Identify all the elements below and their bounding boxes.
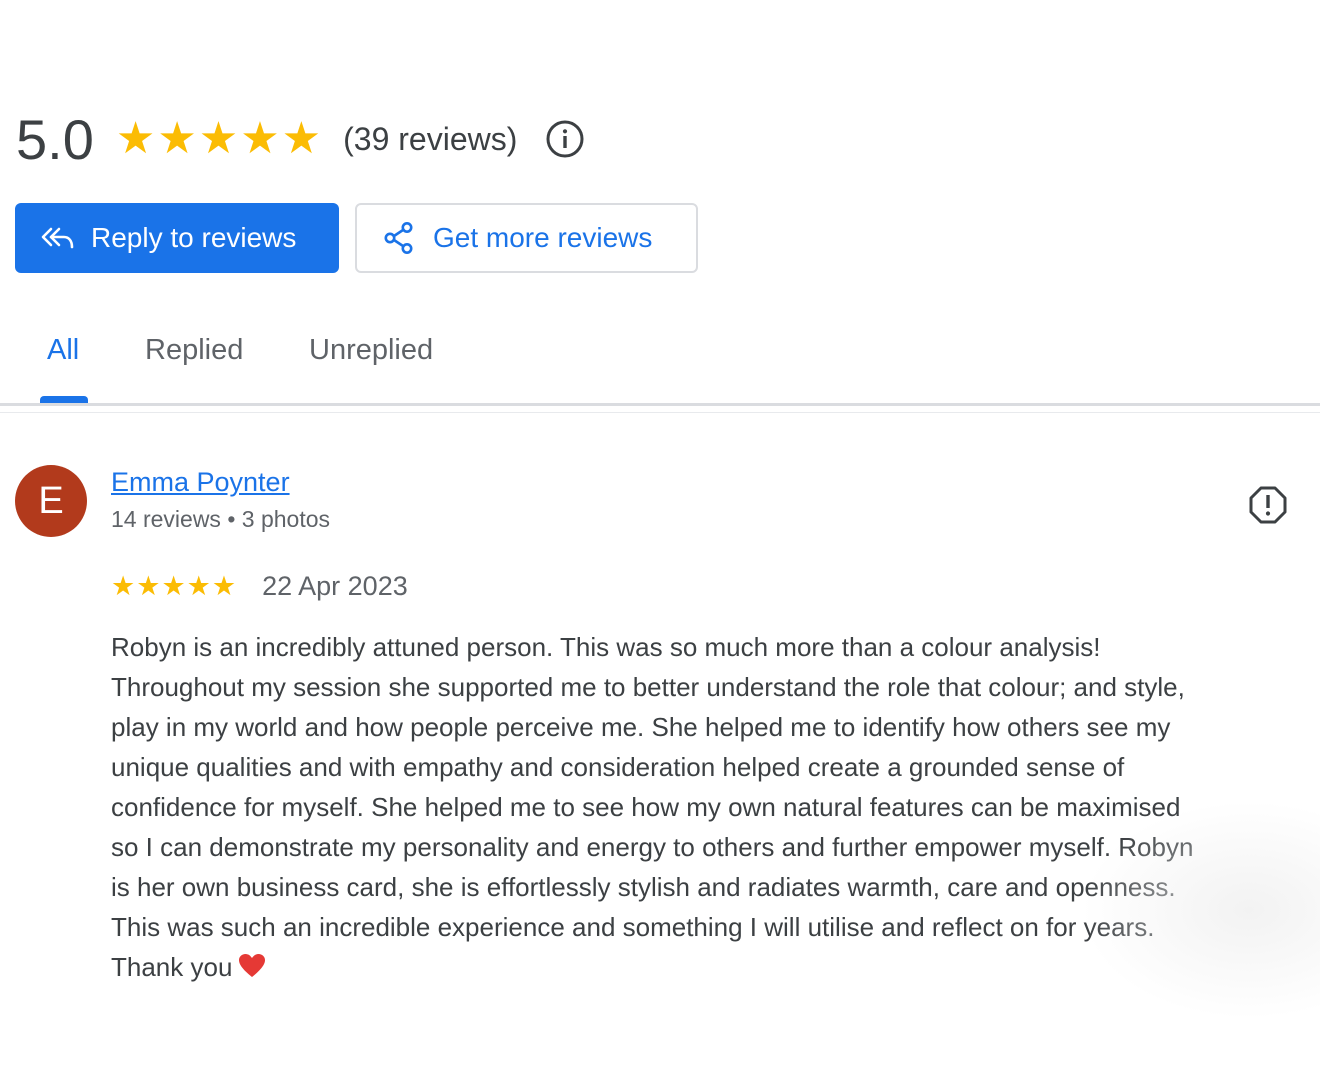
review-line: play in my world and how people perceive… [111, 712, 1171, 742]
review-line: is her own business card, she is effortl… [111, 872, 1176, 902]
review-line: confidence for myself. She helped me to … [111, 792, 1181, 822]
get-more-reviews-button[interactable]: Get more reviews [355, 203, 698, 273]
star-icon: ★ [211, 570, 237, 601]
heart-icon [238, 950, 266, 977]
tabs-divider [0, 403, 1320, 406]
average-score: 5.0 [16, 107, 94, 171]
review-text: Robyn is an incredibly attuned person. T… [111, 627, 1316, 987]
star-icon: ★ [115, 114, 156, 163]
get-more-reviews-label: Get more reviews [433, 222, 653, 253]
star-icon: ★ [157, 114, 197, 163]
average-stars: ★ ★ ★ ★ ★ [116, 117, 321, 161]
rating-summary: 5.0 ★ ★ ★ ★ ★ (39 reviews) [16, 104, 585, 174]
star-icon: ★ [186, 570, 211, 601]
divider [0, 412, 1320, 413]
review-line: This was such an incredible experience a… [111, 912, 1155, 942]
review-line: so I can demonstrate my personality and … [111, 832, 1194, 862]
avatar[interactable]: E [15, 465, 87, 537]
review-line: unique qualities and with empathy and co… [111, 752, 1125, 782]
review-filter-tabs: All Replied Unreplied [0, 320, 1320, 405]
reply-to-reviews-button[interactable]: Reply to reviews [15, 203, 339, 273]
review-stars: ★ ★ ★ ★ ★ [111, 570, 237, 601]
tab-unreplied[interactable]: Unreplied [309, 334, 433, 367]
info-icon[interactable] [545, 119, 585, 159]
star-icon: ★ [240, 114, 280, 163]
tab-replied[interactable]: Replied [145, 334, 243, 367]
star-icon: ★ [281, 114, 322, 163]
review-line: Robyn is an incredibly attuned person. T… [111, 632, 1101, 662]
report-icon[interactable] [1248, 485, 1288, 525]
star-icon: ★ [198, 114, 239, 163]
reviewer-name-link[interactable]: Emma Poynter [111, 467, 290, 498]
review-count: (39 reviews) [343, 120, 518, 157]
review-rating-row: ★ ★ ★ ★ ★ 22 Apr 2023 [111, 568, 408, 604]
share-icon [381, 220, 417, 256]
review-closing: Thank you [111, 952, 233, 982]
review-line-last: Thank you [111, 947, 1316, 987]
star-icon: ★ [161, 570, 186, 601]
reply-all-icon [39, 220, 75, 256]
reviewer-meta: 14 reviews • 3 photos [111, 506, 331, 532]
reply-to-reviews-label: Reply to reviews [91, 222, 297, 253]
review-line: Throughout my session she supported me t… [111, 672, 1185, 702]
star-icon: ★ [136, 570, 161, 601]
active-tab-indicator [40, 396, 88, 403]
tab-all[interactable]: All [47, 334, 79, 367]
star-icon: ★ [111, 570, 136, 601]
review-date: 22 Apr 2023 [262, 570, 408, 601]
